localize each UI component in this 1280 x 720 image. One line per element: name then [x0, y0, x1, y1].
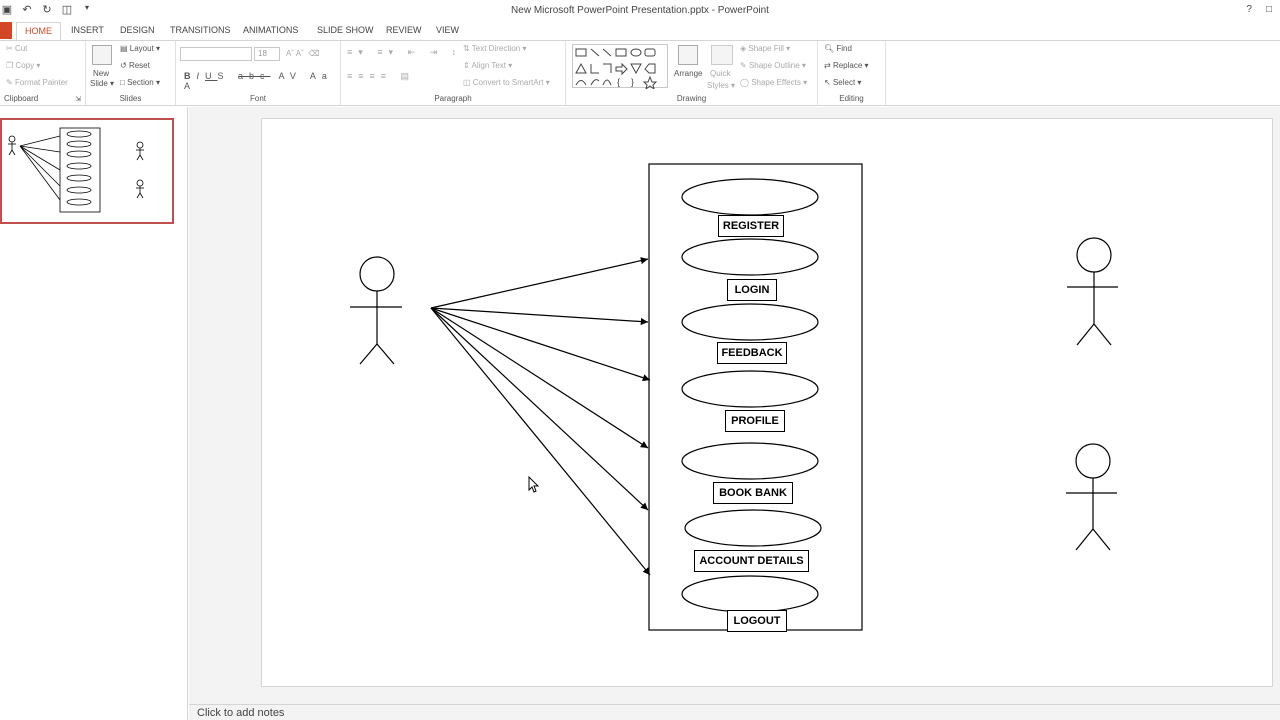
tab-insert[interactable]: INSERT — [71, 25, 104, 35]
format-painter-button[interactable]: ✎ Format Painter — [6, 78, 68, 87]
arrange-icon[interactable] — [678, 45, 698, 65]
paragraph-group: ≡▾ ≡▾ ⇤ ⇥ ↕ ≡≡≡≡ ▤ ⇅ Text Direction ▾ ⇕ … — [341, 41, 566, 105]
shape-fill-button[interactable]: ◈ Shape Fill ▾ — [740, 44, 790, 53]
copy-button[interactable]: ❐ Copy ▾ — [6, 61, 40, 70]
font-label: Font — [249, 94, 266, 103]
tab-design[interactable]: DESIGN — [120, 25, 155, 35]
ribbon-display-options-icon[interactable]: □ — [1266, 4, 1272, 15]
editing-label: Editing — [839, 94, 864, 103]
quick-styles-button[interactable]: Quick — [710, 69, 730, 78]
section-button[interactable]: □ Section ▾ — [120, 78, 160, 87]
slide-canvas[interactable]: REGISTER LOGIN FEEDBACK PROFILE BOOK BAN… — [261, 118, 1273, 687]
editing-group: 🔍︎ Find ⇄ Replace ▾ ↖ Select ▾ Editing — [818, 41, 886, 105]
notes-pane[interactable]: Click to add notes — [189, 704, 1280, 720]
quick-styles-icon[interactable] — [711, 45, 733, 65]
slide-editor: REGISTER LOGIN FEEDBACK PROFILE BOOK BAN… — [189, 107, 1280, 704]
association-arrows — [430, 257, 651, 576]
use-case-register[interactable] — [681, 178, 819, 216]
slides-group: New Slide ▾ ▤ Layout ▾ ↺ Reset □ Section… — [86, 41, 176, 105]
reset-button[interactable]: ↺ Reset — [120, 61, 150, 70]
align-text-button[interactable]: ⇕ Align Text ▾ — [463, 61, 512, 70]
font-format-icons[interactable]: BIUS abc AV Aa A — [184, 71, 340, 91]
use-case-diagram — [350, 163, 1118, 631]
tab-home[interactable]: HOME — [16, 22, 61, 40]
convert-smartart-button[interactable]: ◫ Convert to SmartArt ▾ — [463, 78, 550, 87]
actor-right-top[interactable] — [1067, 237, 1118, 346]
slides-label: Slides — [119, 94, 142, 103]
shapes-gallery[interactable]: { } — [572, 44, 668, 91]
tab-animations[interactable]: ANIMATIONS — [243, 25, 298, 35]
quick-styles-button-label[interactable]: Styles ▾ — [707, 81, 735, 90]
use-case-profile[interactable] — [681, 370, 819, 408]
file-tab[interactable] — [0, 22, 12, 39]
window-controls: ? □ — [1246, 4, 1272, 15]
font-size-input[interactable]: 18 — [254, 47, 280, 61]
label-feedback[interactable]: FEEDBACK — [717, 342, 787, 364]
list-icons[interactable]: ≡▾ ≡▾ ⇤ ⇥ ↕ — [347, 47, 462, 58]
use-case-account-details[interactable] — [684, 509, 822, 547]
shape-effects-button[interactable]: ◯ Shape Effects ▾ — [740, 78, 807, 87]
slide-thumbnail-1[interactable] — [0, 118, 174, 224]
mouse-cursor-icon — [528, 476, 540, 493]
notes-placeholder[interactable]: Click to add notes — [197, 707, 284, 719]
help-button[interactable]: ? — [1246, 4, 1252, 15]
paragraph-label: Paragraph — [434, 94, 472, 103]
align-icons[interactable]: ≡≡≡≡ ▤ — [347, 71, 415, 82]
tab-review[interactable]: REVIEW — [386, 25, 422, 35]
new-slide-icon[interactable] — [92, 45, 112, 65]
slide-thumbnail-pane — [0, 107, 188, 720]
select-button[interactable]: ↖ Select ▾ — [824, 78, 861, 87]
new-slide-button[interactable]: New — [93, 69, 109, 78]
text-direction-button[interactable]: ⇅ Text Direction ▾ — [463, 44, 527, 53]
tab-slide-show[interactable]: SLIDE SHOW — [317, 25, 374, 35]
actor-right-bottom[interactable] — [1066, 443, 1117, 551]
grow-font-icon[interactable]: Aˆ Aˇ ⌫ — [286, 49, 320, 58]
use-case-book-bank[interactable] — [681, 442, 819, 480]
use-case-login[interactable] — [681, 238, 819, 276]
window-title: New Microsoft PowerPoint Presentation.pp… — [511, 5, 769, 16]
clipboard-label: Clipboard — [4, 94, 39, 103]
new-slide-button-label[interactable]: Slide ▾ — [90, 79, 114, 88]
replace-button[interactable]: ⇄ Replace ▾ — [824, 61, 869, 70]
cut-button[interactable]: ✂ Cut — [6, 44, 27, 53]
layout-button[interactable]: ▤ Layout ▾ — [120, 44, 160, 53]
use-case-feedback[interactable] — [681, 303, 819, 341]
label-book-bank[interactable]: BOOK BANK — [713, 482, 793, 504]
label-register[interactable]: REGISTER — [718, 215, 784, 237]
actor-user[interactable] — [350, 256, 402, 365]
clipboard-group: ✂ Cut ❐ Copy ▾ ✎ Format Painter Clipboar… — [0, 41, 86, 105]
use-case-logout[interactable] — [681, 575, 819, 613]
svg-text:}: } — [631, 77, 634, 87]
clipboard-launcher-icon[interactable]: ⇲ — [75, 95, 81, 103]
shape-outline-button[interactable]: ✎ Shape Outline ▾ — [740, 61, 806, 70]
label-login[interactable]: LOGIN — [727, 279, 777, 301]
svg-text:{: { — [617, 77, 620, 87]
tab-transitions[interactable]: TRANSITIONS — [170, 25, 231, 35]
font-name-input[interactable] — [180, 47, 252, 61]
label-profile[interactable]: PROFILE — [725, 410, 785, 432]
ribbon-tabs: HOME INSERT DESIGN TRANSITIONS ANIMATION… — [0, 22, 1280, 40]
label-logout[interactable]: LOGOUT — [727, 610, 787, 632]
arrange-button[interactable]: Arrange — [674, 69, 702, 78]
tab-view[interactable]: VIEW — [436, 25, 459, 35]
drawing-label: Drawing — [676, 94, 707, 103]
label-account-details[interactable]: ACCOUNT DETAILS — [694, 550, 809, 572]
title-bar: ▣ ↶ ↻ ◫ ▾ New Microsoft PowerPoint Prese… — [0, 0, 1280, 22]
ribbon: ✂ Cut ❐ Copy ▾ ✎ Format Painter Clipboar… — [0, 40, 1280, 106]
font-group: 18 Aˆ Aˇ ⌫ BIUS abc AV Aa A Font — [176, 41, 341, 105]
find-button[interactable]: 🔍︎ Find — [824, 44, 852, 53]
